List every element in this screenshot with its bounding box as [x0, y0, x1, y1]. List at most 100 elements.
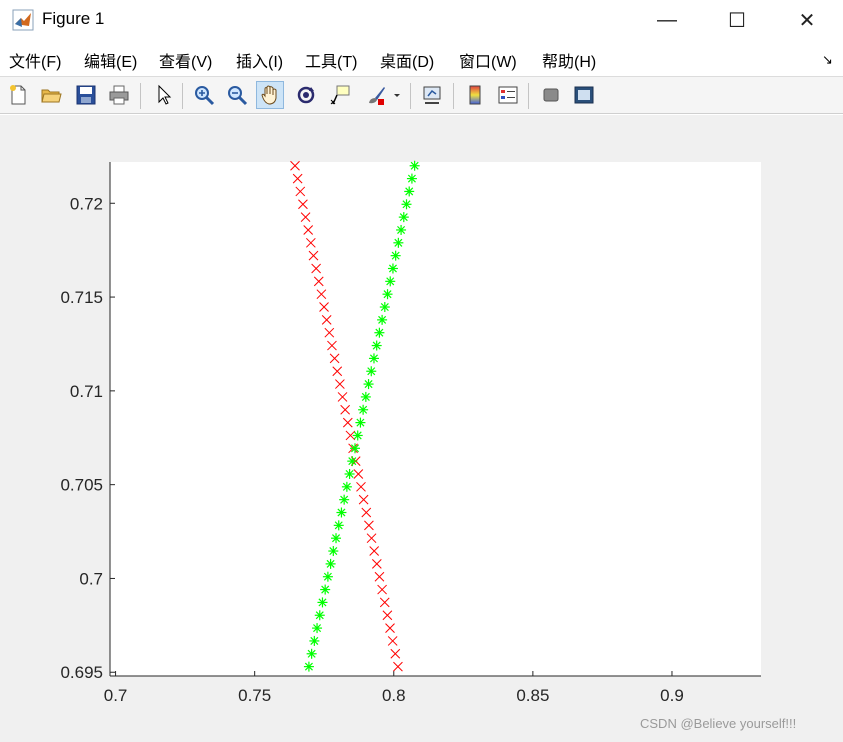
green-star-marker — [406, 173, 417, 184]
green-star-marker — [322, 571, 333, 582]
toolbar-separator — [410, 83, 411, 109]
brush-icon — [369, 87, 385, 105]
show-plot-tools-button[interactable] — [570, 81, 598, 109]
green-star-marker — [352, 430, 363, 441]
green-star-marker — [349, 443, 360, 454]
green-star-marker — [390, 250, 401, 261]
minimize-button[interactable]: — — [632, 0, 702, 40]
open-file-button[interactable] — [37, 81, 65, 109]
pan-button[interactable] — [256, 81, 284, 109]
axes-background — [110, 162, 761, 676]
zoom-out-button[interactable] — [223, 81, 251, 109]
green-star-marker — [309, 635, 320, 646]
menu-bar: 文件(F) 编辑(E) 查看(V) 插入(I) 工具(T) 桌面(D) 窗口(W… — [0, 40, 843, 76]
green-star-marker — [401, 199, 412, 210]
open-folder-icon — [41, 89, 62, 103]
close-button[interactable]: ✕ — [772, 0, 842, 40]
brush-dropdown[interactable] — [390, 81, 404, 109]
data-cursor-icon — [330, 85, 350, 105]
menu-window[interactable]: 窗口(W) — [459, 48, 517, 72]
print-figure-button[interactable] — [105, 81, 133, 109]
green-star-marker — [331, 533, 342, 544]
data-cursor-button[interactable] — [326, 81, 354, 109]
menu-help[interactable]: 帮助(H) — [542, 48, 596, 72]
dock-arrow-icon[interactable]: ↘ — [822, 52, 833, 68]
green-star-marker — [409, 160, 420, 171]
green-star-marker — [355, 417, 366, 428]
window-titlebar: Figure 1 — ☐ ✕ — [0, 0, 843, 40]
toolbar-separator — [453, 83, 454, 109]
minimize-icon: — — [657, 8, 677, 31]
maximize-icon: ☐ — [728, 9, 746, 32]
link-plot-icon — [423, 86, 441, 104]
maximize-button[interactable]: ☐ — [702, 0, 772, 40]
green-star-marker — [387, 263, 398, 274]
green-star-marker — [339, 494, 350, 505]
green-star-marker — [333, 520, 344, 531]
figure-canvas: 0.7 0.75 0.8 0.85 0.9 0.695 0.7 0.705 0.71 0.715 0… — [0, 115, 843, 742]
toolbar-separator — [528, 83, 529, 109]
green-star-marker — [398, 212, 409, 223]
green-star-marker — [396, 224, 407, 235]
green-star-marker — [303, 661, 314, 672]
pointer-arrow-icon — [158, 84, 172, 105]
green-star-marker — [344, 468, 355, 479]
green-star-marker — [314, 610, 325, 621]
green-star-marker — [312, 623, 323, 634]
green-star-marker — [360, 391, 371, 402]
x-tick-label: 0.75 — [238, 686, 271, 705]
show-tools-icon — [574, 86, 594, 104]
green-star-marker — [336, 507, 347, 518]
axes-plot[interactable]: 0.7 0.75 0.8 0.85 0.90.6950.70.7050.710.7150… — [0, 115, 843, 742]
x-tick-label: 0.9 — [660, 686, 684, 705]
menu-file[interactable]: 文件(F) — [9, 48, 61, 72]
new-figure-button[interactable] — [4, 81, 32, 109]
colorbar-icon — [469, 85, 481, 105]
edit-plot-button[interactable] — [150, 81, 178, 109]
menu-edit[interactable]: 编辑(E) — [84, 48, 137, 72]
link-plot-button[interactable] — [418, 81, 446, 109]
close-icon: ✕ — [798, 9, 816, 32]
green-star-marker — [404, 186, 415, 197]
green-star-marker — [306, 648, 317, 659]
brush-button[interactable] — [362, 81, 390, 109]
x-tick-label: 0.8 — [382, 686, 406, 705]
green-star-marker — [393, 237, 404, 248]
green-star-marker — [371, 340, 382, 351]
legend-icon — [498, 86, 518, 104]
green-star-marker — [317, 597, 328, 608]
menu-view[interactable]: 查看(V) — [159, 48, 212, 72]
save-figure-button[interactable] — [72, 81, 100, 109]
y-tick-label: 0.695 — [60, 663, 103, 682]
y-tick-label: 0.7 — [79, 569, 103, 588]
zoom-out-icon — [228, 86, 248, 106]
toolbar-separator — [140, 83, 141, 109]
print-icon — [109, 85, 129, 105]
window-title: Figure 1 — [42, 9, 105, 28]
save-icon — [76, 85, 96, 105]
menu-desktop[interactable]: 桌面(D) — [380, 48, 434, 72]
zoom-in-icon — [195, 86, 215, 106]
toolbar-separator — [182, 83, 183, 109]
figure-toolbar — [0, 76, 843, 114]
green-star-marker — [366, 366, 377, 377]
menu-tools[interactable]: 工具(T) — [305, 48, 357, 72]
y-tick-label: 0.715 — [60, 288, 103, 307]
green-star-marker — [347, 456, 358, 467]
green-star-marker — [385, 276, 396, 287]
y-tick-label: 0.72 — [70, 194, 103, 213]
green-star-marker — [358, 404, 369, 415]
green-star-marker — [379, 302, 390, 313]
new-document-icon — [10, 85, 26, 105]
menu-insert[interactable]: 插入(I) — [236, 48, 283, 72]
insert-colorbar-button[interactable] — [461, 81, 489, 109]
green-star-marker — [382, 289, 393, 300]
zoom-in-button[interactable] — [190, 81, 218, 109]
watermark-text: CSDN @Believe yourself!!! — [640, 716, 797, 731]
hide-tools-icon — [543, 88, 559, 102]
insert-legend-button[interactable] — [494, 81, 522, 109]
rotate-icon — [297, 86, 315, 104]
rotate-3d-button[interactable] — [292, 81, 320, 109]
y-tick-label: 0.705 — [60, 476, 103, 495]
hide-plot-tools-button[interactable] — [537, 81, 565, 109]
